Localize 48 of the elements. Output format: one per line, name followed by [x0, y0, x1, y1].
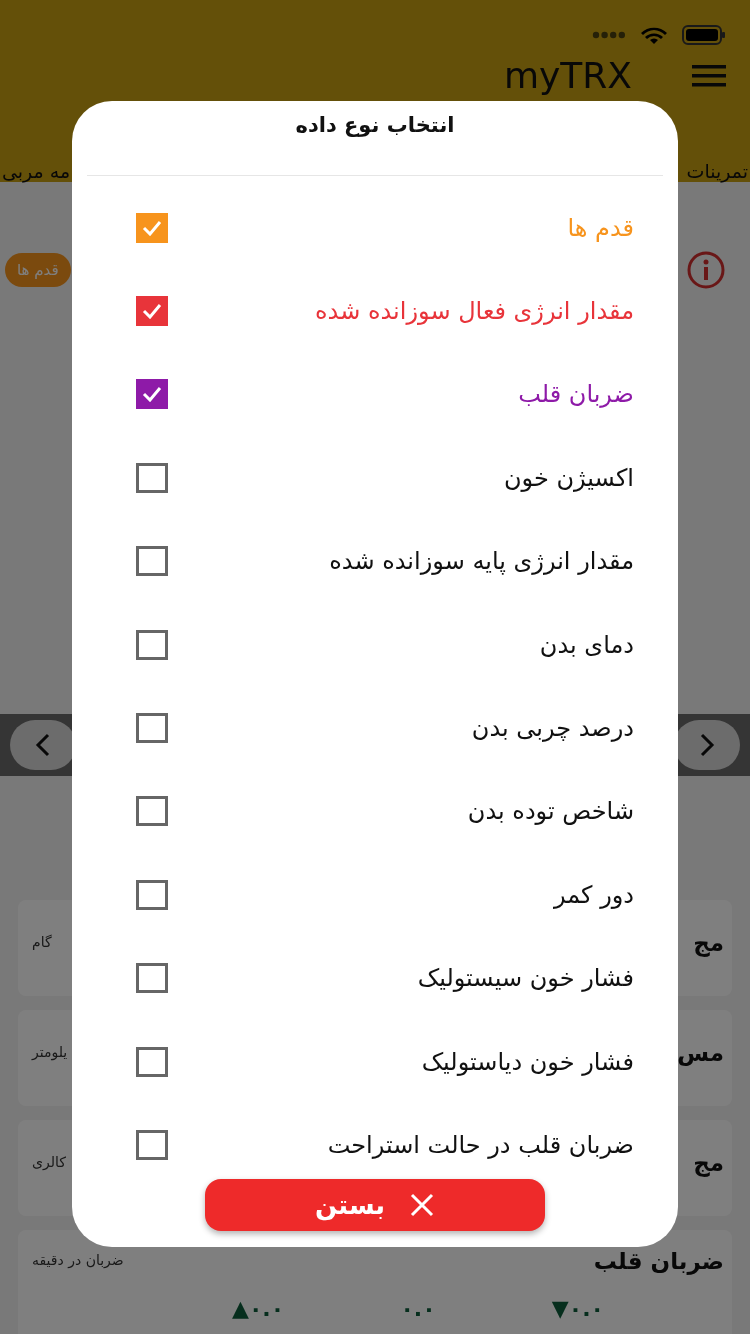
- dialog-title: انتخاب نوع داده: [295, 113, 455, 139]
- metric-value: ۰.۰: [400, 1296, 436, 1321]
- option-label[interactable]: دور کمر: [553, 880, 634, 909]
- metric-title: ضربان قلب: [593, 1248, 724, 1274]
- menu-icon[interactable]: [692, 65, 726, 87]
- metric-title: مج: [693, 1150, 724, 1176]
- checkbox[interactable]: [136, 629, 168, 660]
- option-label[interactable]: فشار خون دیاستولیک: [421, 1047, 634, 1076]
- checkmark-icon: [142, 219, 162, 236]
- checkbox[interactable]: [136, 796, 168, 827]
- signal-icon: [592, 31, 626, 39]
- metric-unit: کالری: [32, 1154, 66, 1170]
- checkbox[interactable]: [136, 879, 168, 910]
- option-label[interactable]: شاخص توده بدن: [467, 797, 634, 826]
- checkmark-icon: [142, 386, 162, 403]
- option-label[interactable]: مقدار انرژی فعال سوزانده شده: [314, 297, 634, 326]
- metric-unit: ضربان در دقیقه: [32, 1252, 124, 1268]
- close-icon: [409, 1191, 436, 1218]
- checkmark-icon: [142, 303, 162, 320]
- checkbox[interactable]: [136, 462, 168, 493]
- checkbox[interactable]: [136, 546, 168, 577]
- option-label[interactable]: مقدار انرژی پایه سوزانده شده: [329, 547, 634, 576]
- metric-title: مس: [677, 1040, 724, 1066]
- metric-unit: گام: [32, 934, 52, 950]
- checkbox[interactable]: [136, 963, 168, 994]
- battery-icon: [682, 25, 726, 45]
- checkbox[interactable]: [136, 713, 168, 744]
- option-label[interactable]: اکسیژن خون: [503, 463, 634, 492]
- checkbox[interactable]: [136, 296, 168, 327]
- metric-value: ▲۰.۰: [232, 1296, 285, 1321]
- chevron-right-icon: [699, 733, 715, 757]
- info-icon[interactable]: [686, 250, 726, 290]
- checkbox[interactable]: [136, 1046, 168, 1077]
- option-label[interactable]: ضربان قلب در حالت استراحت: [327, 1131, 634, 1159]
- checkbox[interactable]: [136, 1130, 168, 1160]
- metric-unit: یلومتر: [32, 1044, 68, 1060]
- app-title: myTRX: [503, 54, 632, 98]
- option-label[interactable]: دمای بدن: [539, 630, 634, 659]
- checkbox[interactable]: [136, 212, 168, 243]
- chevron-left-icon: [35, 733, 51, 757]
- metric-value: ▼۰.۰: [551, 1296, 604, 1321]
- checkbox[interactable]: [136, 379, 168, 410]
- option-label[interactable]: ضربان قلب: [518, 380, 634, 409]
- option-label[interactable]: فشار خون سیستولیک: [417, 964, 634, 993]
- option-label[interactable]: درصد چربی بدن: [471, 714, 634, 743]
- close-button[interactable]: بستن: [205, 1178, 545, 1231]
- wifi-icon: [640, 25, 668, 45]
- metric-title: مج: [693, 930, 724, 956]
